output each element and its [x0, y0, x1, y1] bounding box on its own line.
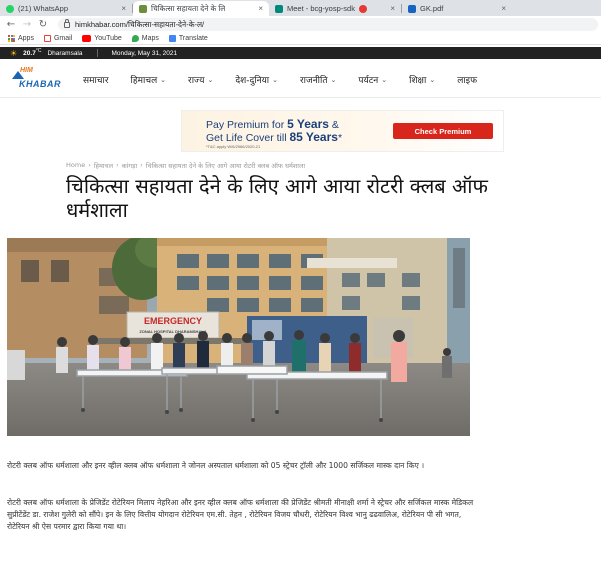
apps-icon [8, 35, 15, 42]
tab-label: चिकित्सा सहायता देने के लि [151, 3, 226, 13]
nav-item-world[interactable]: देश-दुनिया ⌄ [224, 73, 289, 87]
breadcrumb-kangra[interactable]: कांगड़ा [122, 161, 138, 170]
nav-item-tourism[interactable]: पर्यटन ⌄ [347, 73, 398, 87]
tab-article[interactable]: चिकित्सा सहायता देने के लि × [133, 1, 269, 16]
bookmark-youtube[interactable]: YouTube [82, 35, 122, 42]
emergency-sign-text: EMERGENCY [144, 316, 202, 326]
chevron-down-icon: ⌄ [381, 75, 388, 84]
bookmark-label: Translate [178, 35, 208, 42]
ad-headline-2: Get Life Cover till 85 Years* [206, 130, 343, 144]
reload-icon[interactable]: ↻ [38, 19, 48, 30]
sun-icon: ☀ [10, 48, 18, 58]
nav-item-news[interactable]: समाचार [72, 73, 120, 86]
bookmark-translate[interactable]: Translate [168, 35, 208, 42]
bookmark-label: Apps [18, 35, 34, 42]
current-date: Monday, May 31, 2021 [111, 49, 178, 57]
article-paragraph-2: रोटरी क्लब ऑफ धर्मशाला के प्रेजिडेंट रोट… [7, 498, 474, 532]
close-icon[interactable]: × [258, 4, 263, 13]
site-topbar: ☀ 20.7°C Dharamsala Monday, May 31, 2021 [0, 47, 601, 59]
tab-pdf[interactable]: GK.pdf × [402, 1, 512, 16]
pdf-icon [408, 4, 416, 13]
ad-headline-1: Pay Premium for 5 Years & [206, 117, 339, 131]
nav-item-life[interactable]: लाइफ [446, 73, 488, 86]
gmail-icon [43, 35, 51, 42]
check-premium-button[interactable]: Check Premium [393, 123, 493, 139]
breadcrumb-current: चिकित्सा सहायता देने के लिए आगे आया रोटर… [145, 162, 306, 170]
chevron-down-icon: ⌄ [330, 75, 337, 84]
breadcrumb-himachal[interactable]: हिमाचल [94, 161, 113, 170]
maps-icon [131, 35, 139, 42]
nav-item-himachal[interactable]: हिमाचल ⌄ [120, 73, 178, 87]
tab-label: Meet - bcg-yosp-sdk [287, 4, 355, 13]
logo-text-bottom: KHABAR [19, 78, 61, 89]
bookmark-label: YouTube [94, 35, 122, 42]
nav-item-states[interactable]: राज्य ⌄ [177, 73, 224, 87]
site-logo[interactable]: HIM KHABAR [12, 65, 72, 95]
tab-meet[interactable]: Meet - bcg-yosp-sdk × [269, 1, 401, 16]
chevron-down-icon: ⌄ [160, 75, 167, 84]
breadcrumb-home[interactable]: Home [66, 161, 85, 170]
divider [96, 49, 98, 57]
advertisement-banner[interactable]: Pay Premium for 5 Years & Get Life Cover… [181, 110, 504, 152]
article-photo: EMERGENCY ZONAL HOSPITAL DHARAMSHALA [7, 238, 470, 436]
logo-text-top: HIM [20, 66, 33, 74]
nav-item-politics[interactable]: राजनीति ⌄ [289, 73, 347, 87]
chevron-down-icon: ⌄ [272, 75, 278, 84]
meet-icon [275, 4, 283, 13]
back-icon[interactable]: ← [6, 19, 16, 30]
weather-temp: 20.7°C [23, 48, 42, 58]
bookmark-gmail[interactable]: Gmail [43, 35, 73, 42]
close-icon[interactable]: × [121, 4, 126, 13]
site-navigation: HIM KHABAR समाचार हिमाचल ⌄ राज्य ⌄ देश-दुन… [0, 62, 601, 98]
lock-icon [64, 18, 70, 28]
bookmark-apps[interactable]: Apps [8, 35, 34, 42]
weather-location: Dharamsala [47, 49, 83, 57]
site-favicon [139, 4, 147, 13]
whatsapp-icon [6, 4, 14, 13]
breadcrumb: Home › हिमाचल › कांगड़ा › चिकित्सा सहायता द… [66, 161, 306, 170]
browser-tab-strip: (21) WhatsApp × चिकित्सा सहायता देने के … [0, 0, 601, 16]
nav-item-education[interactable]: शिक्षा ⌄ [398, 73, 446, 87]
url-text: himkhabar.com/चिकित्सा-सहायता-देने-के-ल/ [75, 19, 205, 29]
address-bar[interactable]: himkhabar.com/चिकित्सा-सहायता-देने-के-ल/ [58, 18, 598, 31]
chevron-down-icon: ⌄ [429, 75, 436, 84]
forward-icon[interactable]: → [22, 19, 32, 30]
emergency-sign-subtext: ZONAL HOSPITAL DHARAMSHALA [139, 329, 206, 334]
youtube-icon [82, 35, 92, 42]
tab-whatsapp[interactable]: (21) WhatsApp × [0, 1, 132, 16]
chevron-down-icon: ⌄ [207, 75, 214, 84]
ad-fine-print: *T&C apply W/6/2966/2020-21 [206, 144, 261, 149]
recording-icon [358, 4, 367, 13]
bookmark-label: Gmail [53, 35, 73, 42]
bookmarks-bar: Apps Gmail YouTube Maps Translate [0, 33, 601, 45]
article-paragraph-1: रोटरी क्लब ऑफ धर्मशाला और इनर व्हील क्लब… [7, 461, 425, 470]
article-title: चिकित्सा सहायता देने के लिए आगे आया रोटर… [66, 174, 488, 222]
toolbar: ← → ↻ himkhabar.com/चिकित्सा-सहायता-देने… [0, 16, 601, 33]
nav-menu: समाचार हिमाचल ⌄ राज्य ⌄ देश-दुनिया ⌄ राजनीत… [72, 73, 488, 87]
tab-label: (21) WhatsApp [18, 4, 69, 13]
tab-label: GK.pdf [420, 4, 444, 13]
bookmark-maps[interactable]: Maps [131, 35, 159, 42]
close-icon[interactable]: × [501, 4, 506, 13]
bookmark-label: Maps [141, 35, 159, 42]
close-icon[interactable]: × [390, 4, 395, 13]
translate-icon [168, 35, 176, 42]
